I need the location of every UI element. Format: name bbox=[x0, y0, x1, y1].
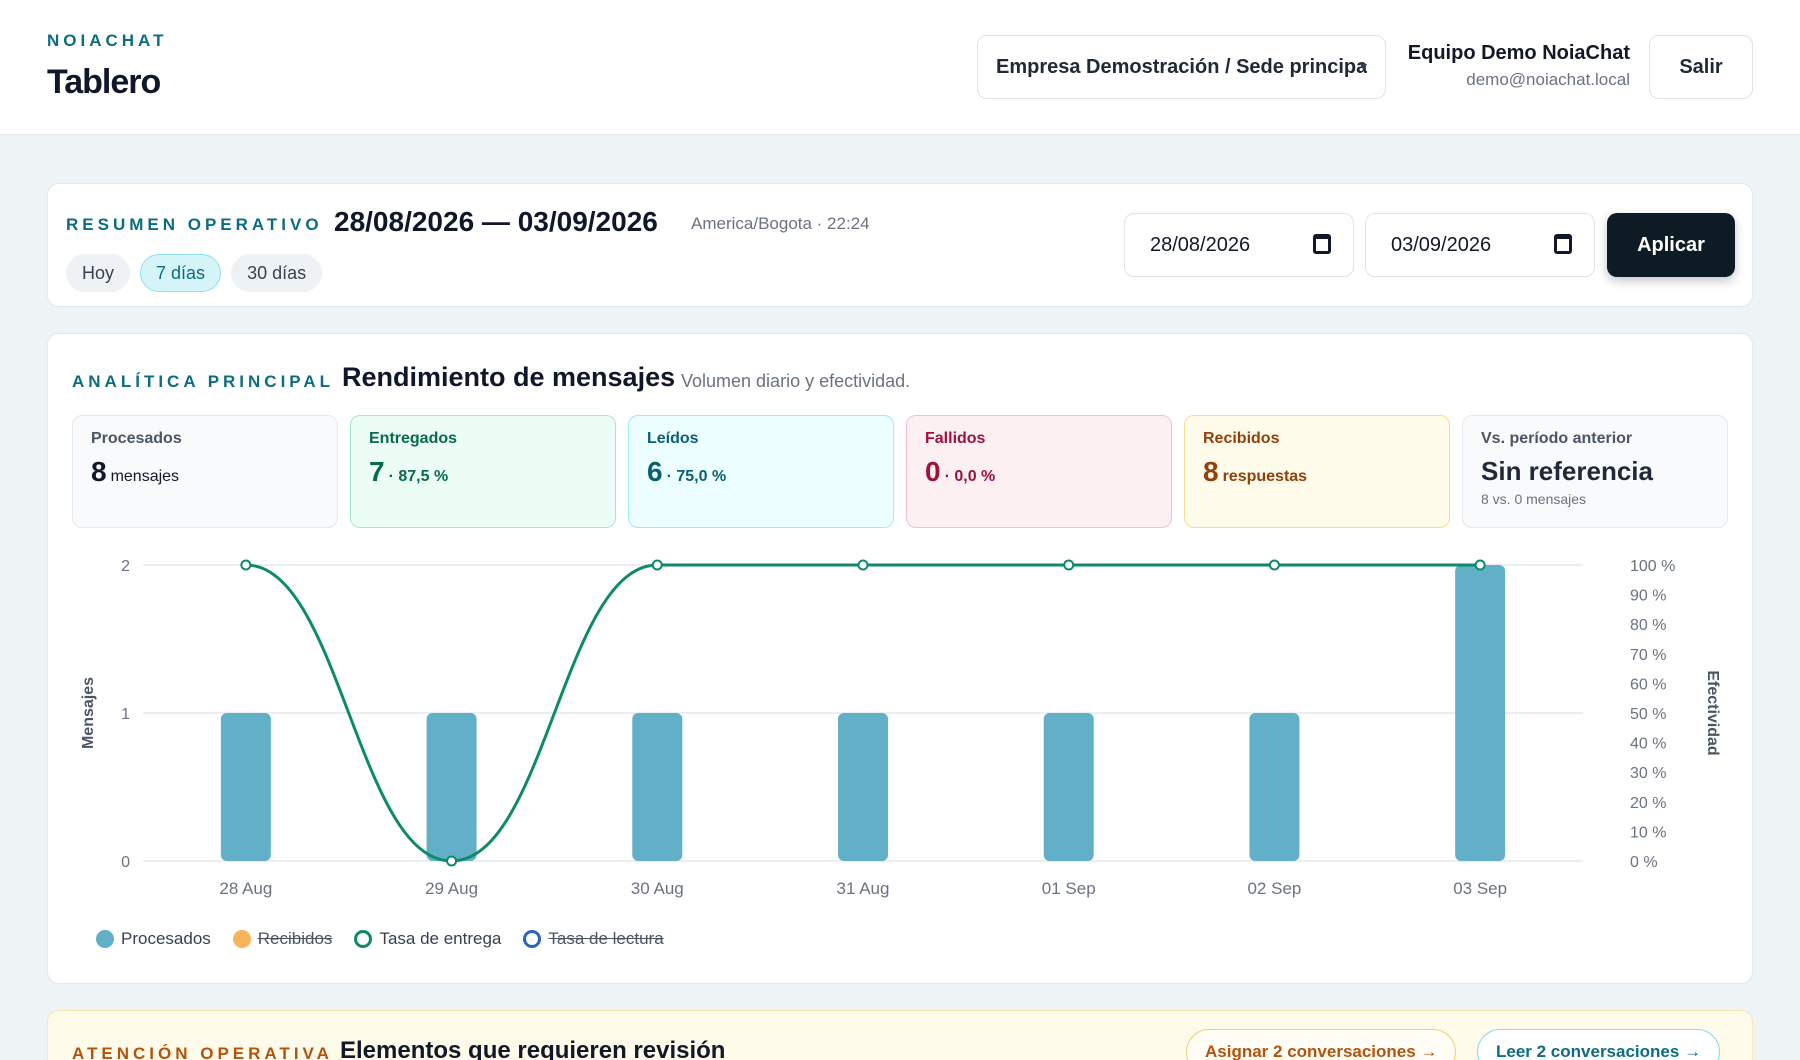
bar-processed bbox=[632, 713, 683, 861]
y2-tick-label: 20 % bbox=[1630, 795, 1666, 812]
page-title: Tablero bbox=[47, 63, 161, 101]
bar-processed bbox=[426, 713, 477, 861]
y2-tick-label: 80 % bbox=[1630, 617, 1666, 634]
x-tick-label: 28 Aug bbox=[219, 879, 272, 898]
assign-conversations-button[interactable]: Asignar 2 conversaciones → bbox=[1186, 1029, 1457, 1060]
organization-select-value: Empresa Demostración / Sede principal bbox=[996, 55, 1367, 78]
y2-tick-label: 70 % bbox=[1630, 647, 1666, 664]
bar-processed bbox=[1043, 713, 1094, 861]
y-tick-label: 0 bbox=[121, 854, 130, 871]
bar-processed bbox=[1455, 565, 1506, 861]
x-tick-label: 03 Sep bbox=[1453, 879, 1507, 898]
legend-received[interactable]: Recibidos bbox=[232, 929, 332, 949]
x-tick-label: 01 Sep bbox=[1042, 879, 1096, 898]
bar-processed bbox=[1249, 713, 1300, 861]
chip-7-days[interactable]: 7 días bbox=[140, 254, 222, 292]
chip-30-days[interactable]: 30 días bbox=[231, 254, 323, 292]
analytics-card: Analítica principal Rendimiento de mensa… bbox=[47, 333, 1753, 984]
logout-button[interactable]: Salir bbox=[1649, 35, 1753, 99]
user-info: Equipo Demo NoiaChat demo@noiachat.local bbox=[1408, 42, 1630, 90]
date-from-value: 28/08/2026 bbox=[1150, 233, 1251, 256]
user-email: demo@noiachat.local bbox=[1466, 70, 1630, 89]
legend-swatch bbox=[96, 930, 114, 948]
y-tick-label: 2 bbox=[121, 558, 130, 575]
summary-eyebrow: Resumen operativo bbox=[66, 215, 323, 234]
date-from-input[interactable]: 28/08/2026 bbox=[1124, 213, 1354, 277]
attention-card: Atención operativa Elementos que requier… bbox=[47, 1010, 1753, 1060]
calendar-icon[interactable] bbox=[1554, 234, 1572, 254]
point-delivery-rate bbox=[1474, 559, 1486, 571]
y2-tick-label: 0 % bbox=[1630, 854, 1658, 871]
y2-tick-label: 100 % bbox=[1630, 558, 1675, 575]
legend-processed[interactable]: Procesados bbox=[96, 929, 211, 949]
point-delivery-rate bbox=[240, 559, 252, 571]
date-to-value: 03/09/2026 bbox=[1391, 233, 1492, 256]
chevron-down-icon: ▾ bbox=[1359, 58, 1367, 74]
organization-select[interactable]: Empresa Demostración / Sede principal ▾ bbox=[977, 35, 1386, 99]
y2-tick-label: 50 % bbox=[1630, 706, 1666, 723]
messages-chart: 0120 %10 %20 %30 %40 %50 %60 %70 %80 %90… bbox=[80, 558, 1721, 898]
x-tick-label: 02 Sep bbox=[1247, 879, 1301, 898]
y-axis-title: Mensajes bbox=[80, 677, 97, 749]
point-delivery-rate bbox=[446, 855, 458, 867]
date-to-input[interactable]: 03/09/2026 bbox=[1365, 213, 1595, 277]
quick-range-chips: Hoy 7 días 30 días bbox=[66, 254, 323, 292]
chart-legend: Procesados Recibidos Tasa de entrega Tas… bbox=[96, 929, 664, 949]
point-delivery-rate bbox=[857, 559, 869, 571]
bar-processed bbox=[220, 713, 271, 861]
date-range-title: 28/08/2026 — 03/09/2026 bbox=[334, 206, 658, 237]
summary-card: Resumen operativo 28/08/2026 — 03/09/202… bbox=[47, 183, 1753, 307]
calendar-icon[interactable] bbox=[1313, 234, 1331, 254]
user-name: Equipo Demo NoiaChat bbox=[1407, 42, 1630, 64]
legend-swatch bbox=[523, 930, 542, 948]
y2-tick-label: 40 % bbox=[1630, 736, 1666, 753]
top-bar: NOIACHAT Tablero Empresa Demostración / … bbox=[0, 0, 1800, 135]
point-delivery-rate bbox=[1063, 559, 1075, 571]
y-tick-label: 1 bbox=[121, 706, 130, 723]
attention-title: Elementos que requieren revisión bbox=[340, 1037, 726, 1060]
legend-read-rate[interactable]: Tasa de lectura bbox=[523, 929, 664, 949]
y2-tick-label: 60 % bbox=[1630, 676, 1666, 693]
timezone-meta: America/Bogota · 22:24 bbox=[691, 214, 870, 233]
y2-tick-label: 30 % bbox=[1630, 765, 1666, 782]
legend-delivery-rate[interactable]: Tasa de entrega bbox=[354, 929, 501, 949]
legend-swatch bbox=[354, 930, 373, 948]
bar-processed bbox=[838, 713, 888, 861]
x-tick-label: 29 Aug bbox=[425, 879, 478, 898]
legend-swatch bbox=[232, 930, 251, 948]
attention-eyebrow: Atención operativa bbox=[72, 1044, 333, 1060]
y2-tick-label: 90 % bbox=[1630, 588, 1666, 605]
chip-today[interactable]: Hoy bbox=[66, 254, 131, 292]
x-tick-label: 30 Aug bbox=[631, 879, 684, 898]
brand-logo: NOIACHAT bbox=[47, 31, 168, 50]
read-conversations-button[interactable]: Leer 2 conversaciones → bbox=[1477, 1029, 1721, 1060]
y2-axis-title: Efectividad bbox=[1704, 670, 1721, 755]
point-delivery-rate bbox=[1268, 559, 1280, 571]
x-tick-label: 31 Aug bbox=[837, 879, 890, 898]
apply-button[interactable]: Aplicar bbox=[1607, 213, 1735, 277]
point-delivery-rate bbox=[651, 559, 663, 571]
y2-tick-label: 10 % bbox=[1630, 824, 1666, 841]
